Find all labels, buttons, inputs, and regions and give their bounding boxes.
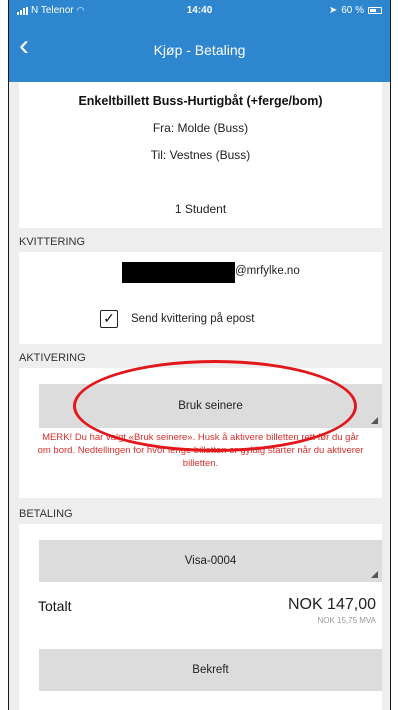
dropdown-corner-icon bbox=[371, 571, 378, 578]
email-suffix: @mrfylke.no bbox=[235, 265, 300, 277]
ticket-card: Enkeltbillett Buss-Hurtigbåt (+ferge/bom… bbox=[19, 82, 382, 228]
phone-screen: N Telenor ◠ 14:40 ➤ 60 % ‹ Kjøp - Betali… bbox=[8, 0, 391, 710]
battery-percent: 60 % bbox=[341, 5, 364, 16]
total-amount: NOK 147,00 bbox=[287, 596, 376, 613]
nav-bar: ‹ Kjøp - Betaling bbox=[9, 30, 390, 70]
use-later-button[interactable]: Bruk seinere bbox=[39, 384, 382, 428]
payment-section-label: BETALING bbox=[19, 508, 73, 520]
activation-warning: MERK! Du har valgt «Bruk seinere». Husk … bbox=[37, 432, 364, 469]
status-right: ➤ 60 % bbox=[329, 5, 382, 16]
confirm-label: Bekreft bbox=[192, 664, 229, 676]
payment-card-select[interactable]: Visa-0004 bbox=[39, 540, 382, 582]
receipt-section-label: KVITTERING bbox=[19, 236, 86, 248]
vat-amount: NOK 15,75 MVA bbox=[317, 616, 376, 625]
ticket-passengers: 1 Student bbox=[174, 202, 227, 216]
use-later-label: Bruk seinere bbox=[178, 400, 243, 412]
total-label: Totalt bbox=[38, 598, 72, 614]
confirm-button[interactable]: Bekreft bbox=[39, 649, 382, 691]
receipt-card: @mrfylke.no ✓ Send kvittering på epost bbox=[19, 252, 382, 344]
send-receipt-checkbox[interactable]: ✓ bbox=[100, 310, 118, 328]
activation-section-label: AKTIVERING bbox=[19, 352, 86, 364]
ticket-to: Til: Vestnes (Buss) bbox=[150, 148, 251, 162]
page-title: Kjøp - Betaling bbox=[153, 42, 246, 58]
send-receipt-label: Send kvittering på epost bbox=[131, 313, 255, 325]
battery-icon bbox=[368, 7, 382, 14]
payment-card-label: Visa-0004 bbox=[184, 555, 237, 567]
app-header: N Telenor ◠ 14:40 ➤ 60 % ‹ Kjøp - Betali… bbox=[9, 0, 390, 82]
ticket-from: Fra: Molde (Buss) bbox=[152, 121, 249, 135]
redacted-email-name bbox=[122, 262, 235, 283]
ticket-title: Enkeltbillett Buss-Hurtigbåt (+ferge/bom… bbox=[78, 94, 323, 108]
location-icon: ➤ bbox=[328, 5, 338, 16]
dropdown-corner-icon bbox=[371, 417, 378, 424]
status-bar: N Telenor ◠ 14:40 ➤ 60 % bbox=[9, 0, 390, 22]
